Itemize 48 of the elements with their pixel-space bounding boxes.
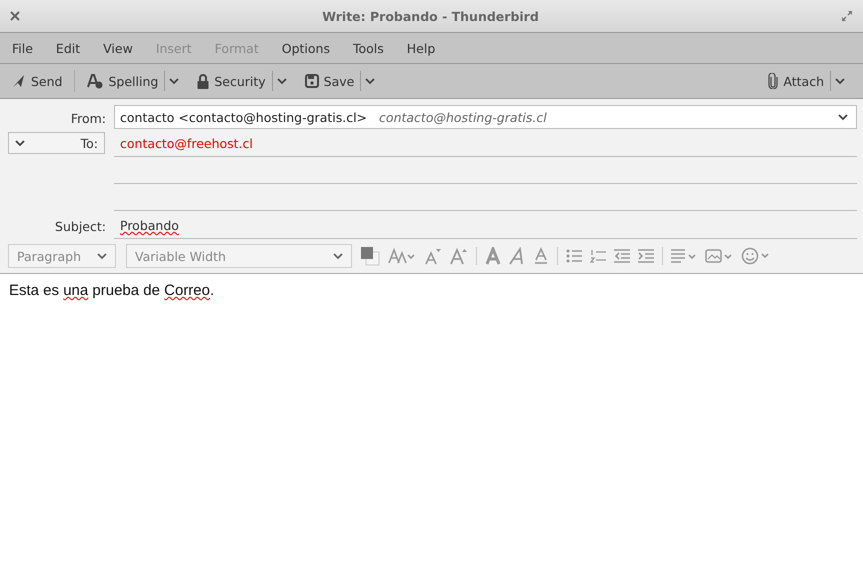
spellcheck-icon bbox=[87, 73, 104, 89]
paper-plane-icon bbox=[12, 74, 26, 88]
caret-icon bbox=[169, 78, 180, 84]
subject-label: Subject: bbox=[55, 218, 106, 234]
italic-icon[interactable] bbox=[509, 247, 525, 265]
image-icon[interactable] bbox=[705, 249, 733, 263]
lock-icon bbox=[197, 74, 210, 88]
caret-icon bbox=[15, 140, 25, 146]
caret-icon bbox=[835, 78, 845, 84]
paperclip-icon bbox=[768, 73, 778, 89]
send-button[interactable]: Send bbox=[6, 68, 68, 94]
numbered-list-icon[interactable] bbox=[590, 249, 606, 263]
menu-item[interactable]: Help bbox=[400, 40, 442, 56]
bulleted-list-icon[interactable] bbox=[566, 249, 582, 263]
underline-icon[interactable] bbox=[533, 247, 549, 265]
save-button[interactable]: Save bbox=[298, 68, 360, 94]
align-icon[interactable] bbox=[671, 249, 697, 263]
caret-icon bbox=[97, 252, 107, 260]
font-size-icon[interactable] bbox=[388, 247, 416, 265]
larger-text-icon[interactable] bbox=[450, 247, 468, 265]
menu-item[interactable]: Options bbox=[276, 40, 336, 56]
menu-item[interactable]: View bbox=[97, 40, 139, 56]
from-label: From: bbox=[70, 110, 106, 126]
recipient-type-button[interactable]: To: bbox=[8, 132, 105, 154]
close-icon[interactable] bbox=[10, 11, 20, 21]
caret-icon bbox=[276, 78, 287, 84]
maximize-icon[interactable] bbox=[841, 10, 853, 22]
outdent-icon[interactable] bbox=[614, 249, 630, 263]
recipient-field[interactable]: contacto@freehost.cl bbox=[114, 131, 857, 157]
indent-icon[interactable] bbox=[638, 249, 654, 263]
color-picker-icon[interactable] bbox=[360, 246, 380, 266]
smaller-text-icon[interactable] bbox=[424, 247, 442, 265]
security-button[interactable]: Security bbox=[191, 68, 272, 94]
from-field[interactable]: contacto <contacto@hosting-gratis.cl> contacto@hosting-gratis.cl bbox=[114, 105, 857, 129]
bold-icon[interactable] bbox=[485, 247, 501, 265]
subject-field[interactable]: Probando bbox=[114, 213, 857, 239]
menu-item[interactable]: Tools bbox=[346, 40, 390, 56]
menu-item[interactable]: File bbox=[6, 40, 39, 56]
caret-icon bbox=[365, 78, 376, 84]
message-body-text[interactable]: Esta es una prueba de Correo. bbox=[9, 282, 854, 299]
caret-icon bbox=[838, 114, 848, 120]
smiley-icon[interactable] bbox=[741, 247, 771, 265]
menu-item[interactable]: Edit bbox=[50, 40, 86, 56]
save-icon bbox=[304, 74, 319, 88]
attach-button[interactable]: Attach bbox=[762, 68, 830, 94]
window-title: Write: Probando - Thunderbird bbox=[321, 8, 540, 24]
spelling-button[interactable]: Spelling bbox=[81, 68, 164, 94]
caret-icon bbox=[333, 252, 343, 260]
